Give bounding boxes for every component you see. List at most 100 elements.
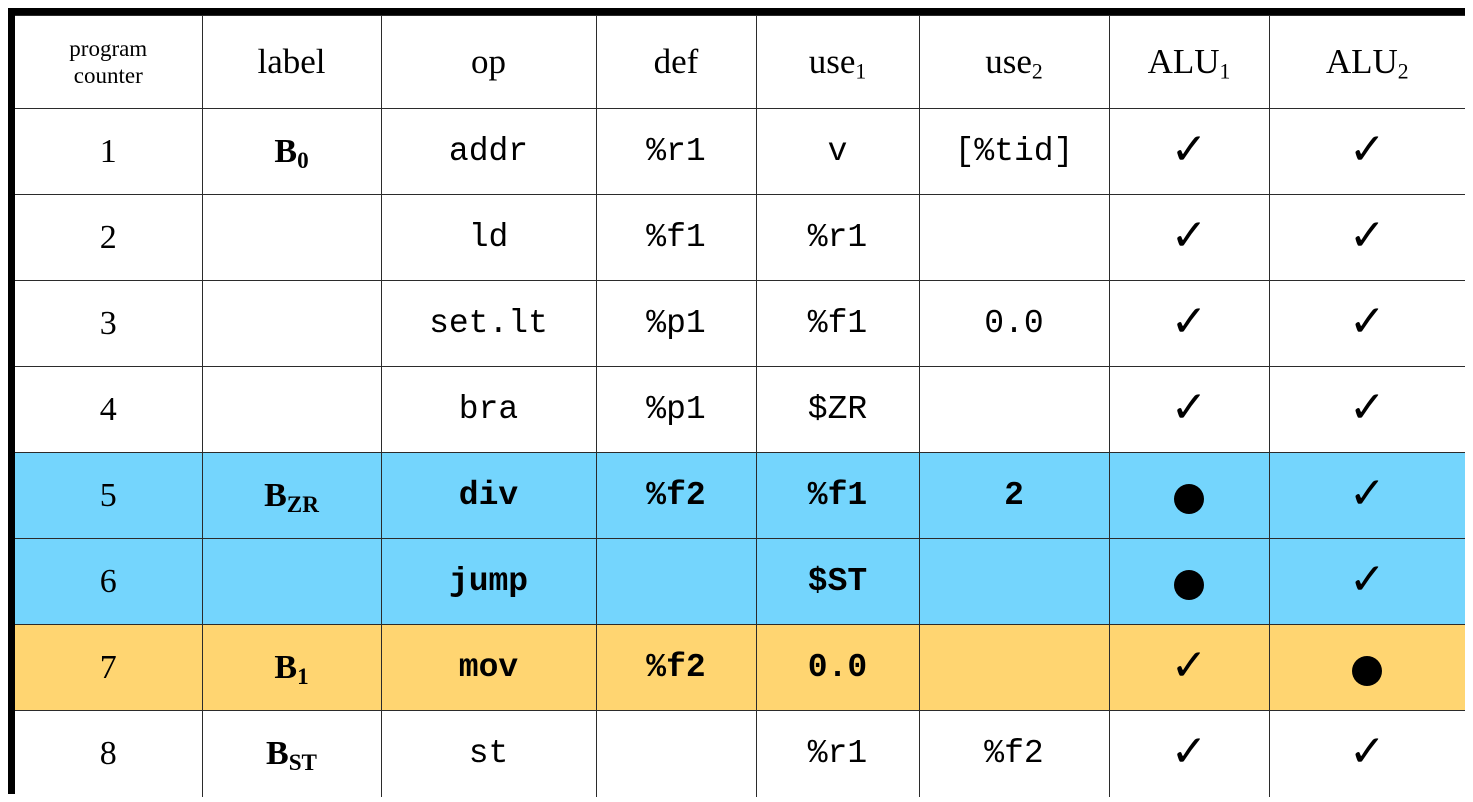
cell-alu2 [1268, 624, 1465, 711]
cell-program-counter: 4 [15, 366, 203, 453]
column-header-label: label [201, 15, 382, 109]
check-icon: ✓ [1170, 209, 1208, 261]
instruction-table: program counter label op def use1 use2 A… [15, 15, 1465, 797]
table-row: 2 ld %f1 %r1 ✓ ✓ [15, 194, 1465, 281]
cell-alu2: ✓ [1268, 194, 1465, 281]
header-op-text: op [471, 42, 506, 82]
cell-alu1 [1108, 452, 1270, 539]
cell-program-counter: 8 [15, 710, 203, 797]
cell-use1: v [755, 108, 920, 195]
header-use1-subscript: 1 [855, 60, 867, 85]
cell-def [595, 710, 757, 797]
cell-use2 [918, 624, 1110, 711]
cell-alu1 [1108, 538, 1270, 625]
table-row: 1 B0 addr %r1 v [%tid] ✓ ✓ [15, 108, 1465, 195]
cell-op: ld [380, 194, 597, 281]
table-header: program counter label op def use1 use2 A… [15, 15, 1465, 109]
cell-use2: [%tid] [918, 108, 1110, 195]
check-icon: ✓ [1170, 295, 1208, 347]
cell-def: %f2 [595, 452, 757, 539]
cell-label: BST [201, 710, 382, 797]
table-body: 1 B0 addr %r1 v [%tid] ✓ ✓ 2 ld %f1 %r1 ✓ ✓ 3 set.lt %p1… [15, 108, 1465, 797]
label-base: B [264, 476, 287, 514]
cell-alu2: ✓ [1268, 710, 1465, 797]
cell-alu1: ✓ [1108, 280, 1270, 367]
cell-alu2: ✓ [1268, 366, 1465, 453]
cell-use2 [918, 194, 1110, 281]
label-base: B [274, 132, 298, 170]
cell-use2: 0.0 [918, 280, 1110, 367]
filled-circle-icon [1352, 656, 1383, 687]
cell-use1: %f1 [755, 280, 920, 367]
cell-program-counter: 1 [15, 108, 203, 195]
check-icon: ✓ [1348, 467, 1386, 519]
column-header-def: def [595, 15, 757, 109]
cell-def: %p1 [595, 366, 757, 453]
cell-def: %f2 [595, 624, 757, 711]
header-alu1-text: ALU [1147, 42, 1220, 82]
cell-label [201, 538, 382, 625]
cell-op: st [380, 710, 597, 797]
cell-alu2: ✓ [1268, 108, 1465, 195]
header-pc-line1: program [69, 35, 148, 61]
header-label-text: label [257, 42, 326, 82]
cell-program-counter: 3 [15, 280, 203, 367]
column-header-op: op [380, 15, 597, 109]
label-base: B [266, 734, 289, 772]
cell-use1: %f1 [755, 452, 920, 539]
table-row: 3 set.lt %p1 %f1 0.0 ✓ ✓ [15, 280, 1465, 367]
header-def-text: def [653, 42, 699, 82]
cell-alu1: ✓ [1108, 194, 1270, 281]
label-base: B [274, 648, 298, 686]
cell-def: %p1 [595, 280, 757, 367]
cell-use1: $ZR [755, 366, 920, 453]
table-row: 4 bra %p1 $ZR ✓ ✓ [15, 366, 1465, 453]
check-icon: ✓ [1170, 639, 1208, 691]
column-header-alu2: ALU2 [1268, 15, 1465, 109]
check-icon: ✓ [1170, 123, 1208, 175]
header-use2-subscript: 2 [1031, 60, 1043, 85]
check-icon: ✓ [1348, 295, 1386, 347]
cell-op: addr [380, 108, 597, 195]
cell-program-counter: 7 [15, 624, 203, 711]
cell-label: B0 [201, 108, 382, 195]
check-icon: ✓ [1348, 725, 1386, 777]
cell-op: set.lt [380, 280, 597, 367]
instruction-table-container: program counter label op def use1 use2 A… [8, 8, 1465, 797]
check-icon: ✓ [1348, 553, 1386, 605]
cell-def: %r1 [595, 108, 757, 195]
column-header-use1: use1 [755, 15, 920, 109]
cell-label [201, 366, 382, 453]
table-row: 8 BST st %r1 %f2 ✓ ✓ [15, 710, 1465, 797]
cell-use1: %r1 [755, 194, 920, 281]
cell-alu2: ✓ [1268, 452, 1465, 539]
cell-def [595, 538, 757, 625]
header-pc-line2: counter [73, 63, 143, 88]
filled-circle-icon [1174, 570, 1204, 601]
cell-op: div [380, 452, 597, 539]
table-row: 6 jump $ST ✓ [15, 538, 1465, 625]
filled-circle-icon [1174, 484, 1204, 515]
column-header-program-counter: program counter [15, 15, 203, 109]
cell-program-counter: 5 [15, 452, 203, 539]
label-subscript: ZR [286, 491, 319, 518]
cell-label [201, 280, 382, 367]
header-use1-text: use [808, 42, 856, 82]
check-icon: ✓ [1348, 381, 1386, 433]
check-icon: ✓ [1348, 209, 1386, 261]
cell-use2 [918, 538, 1110, 625]
column-header-use2: use2 [918, 15, 1110, 109]
check-icon: ✓ [1348, 123, 1386, 175]
check-icon: ✓ [1170, 381, 1208, 433]
cell-alu1: ✓ [1108, 108, 1270, 195]
header-alu1-subscript: 1 [1219, 60, 1231, 85]
check-icon: ✓ [1170, 725, 1208, 777]
header-use2-text: use [985, 42, 1032, 82]
cell-use2: %f2 [918, 710, 1110, 797]
cell-alu1: ✓ [1108, 366, 1270, 453]
cell-alu1: ✓ [1108, 710, 1270, 797]
cell-use1: %r1 [755, 710, 920, 797]
cell-use2: 2 [918, 452, 1110, 539]
column-header-alu1: ALU1 [1108, 15, 1270, 109]
cell-label: B1 [201, 624, 382, 711]
